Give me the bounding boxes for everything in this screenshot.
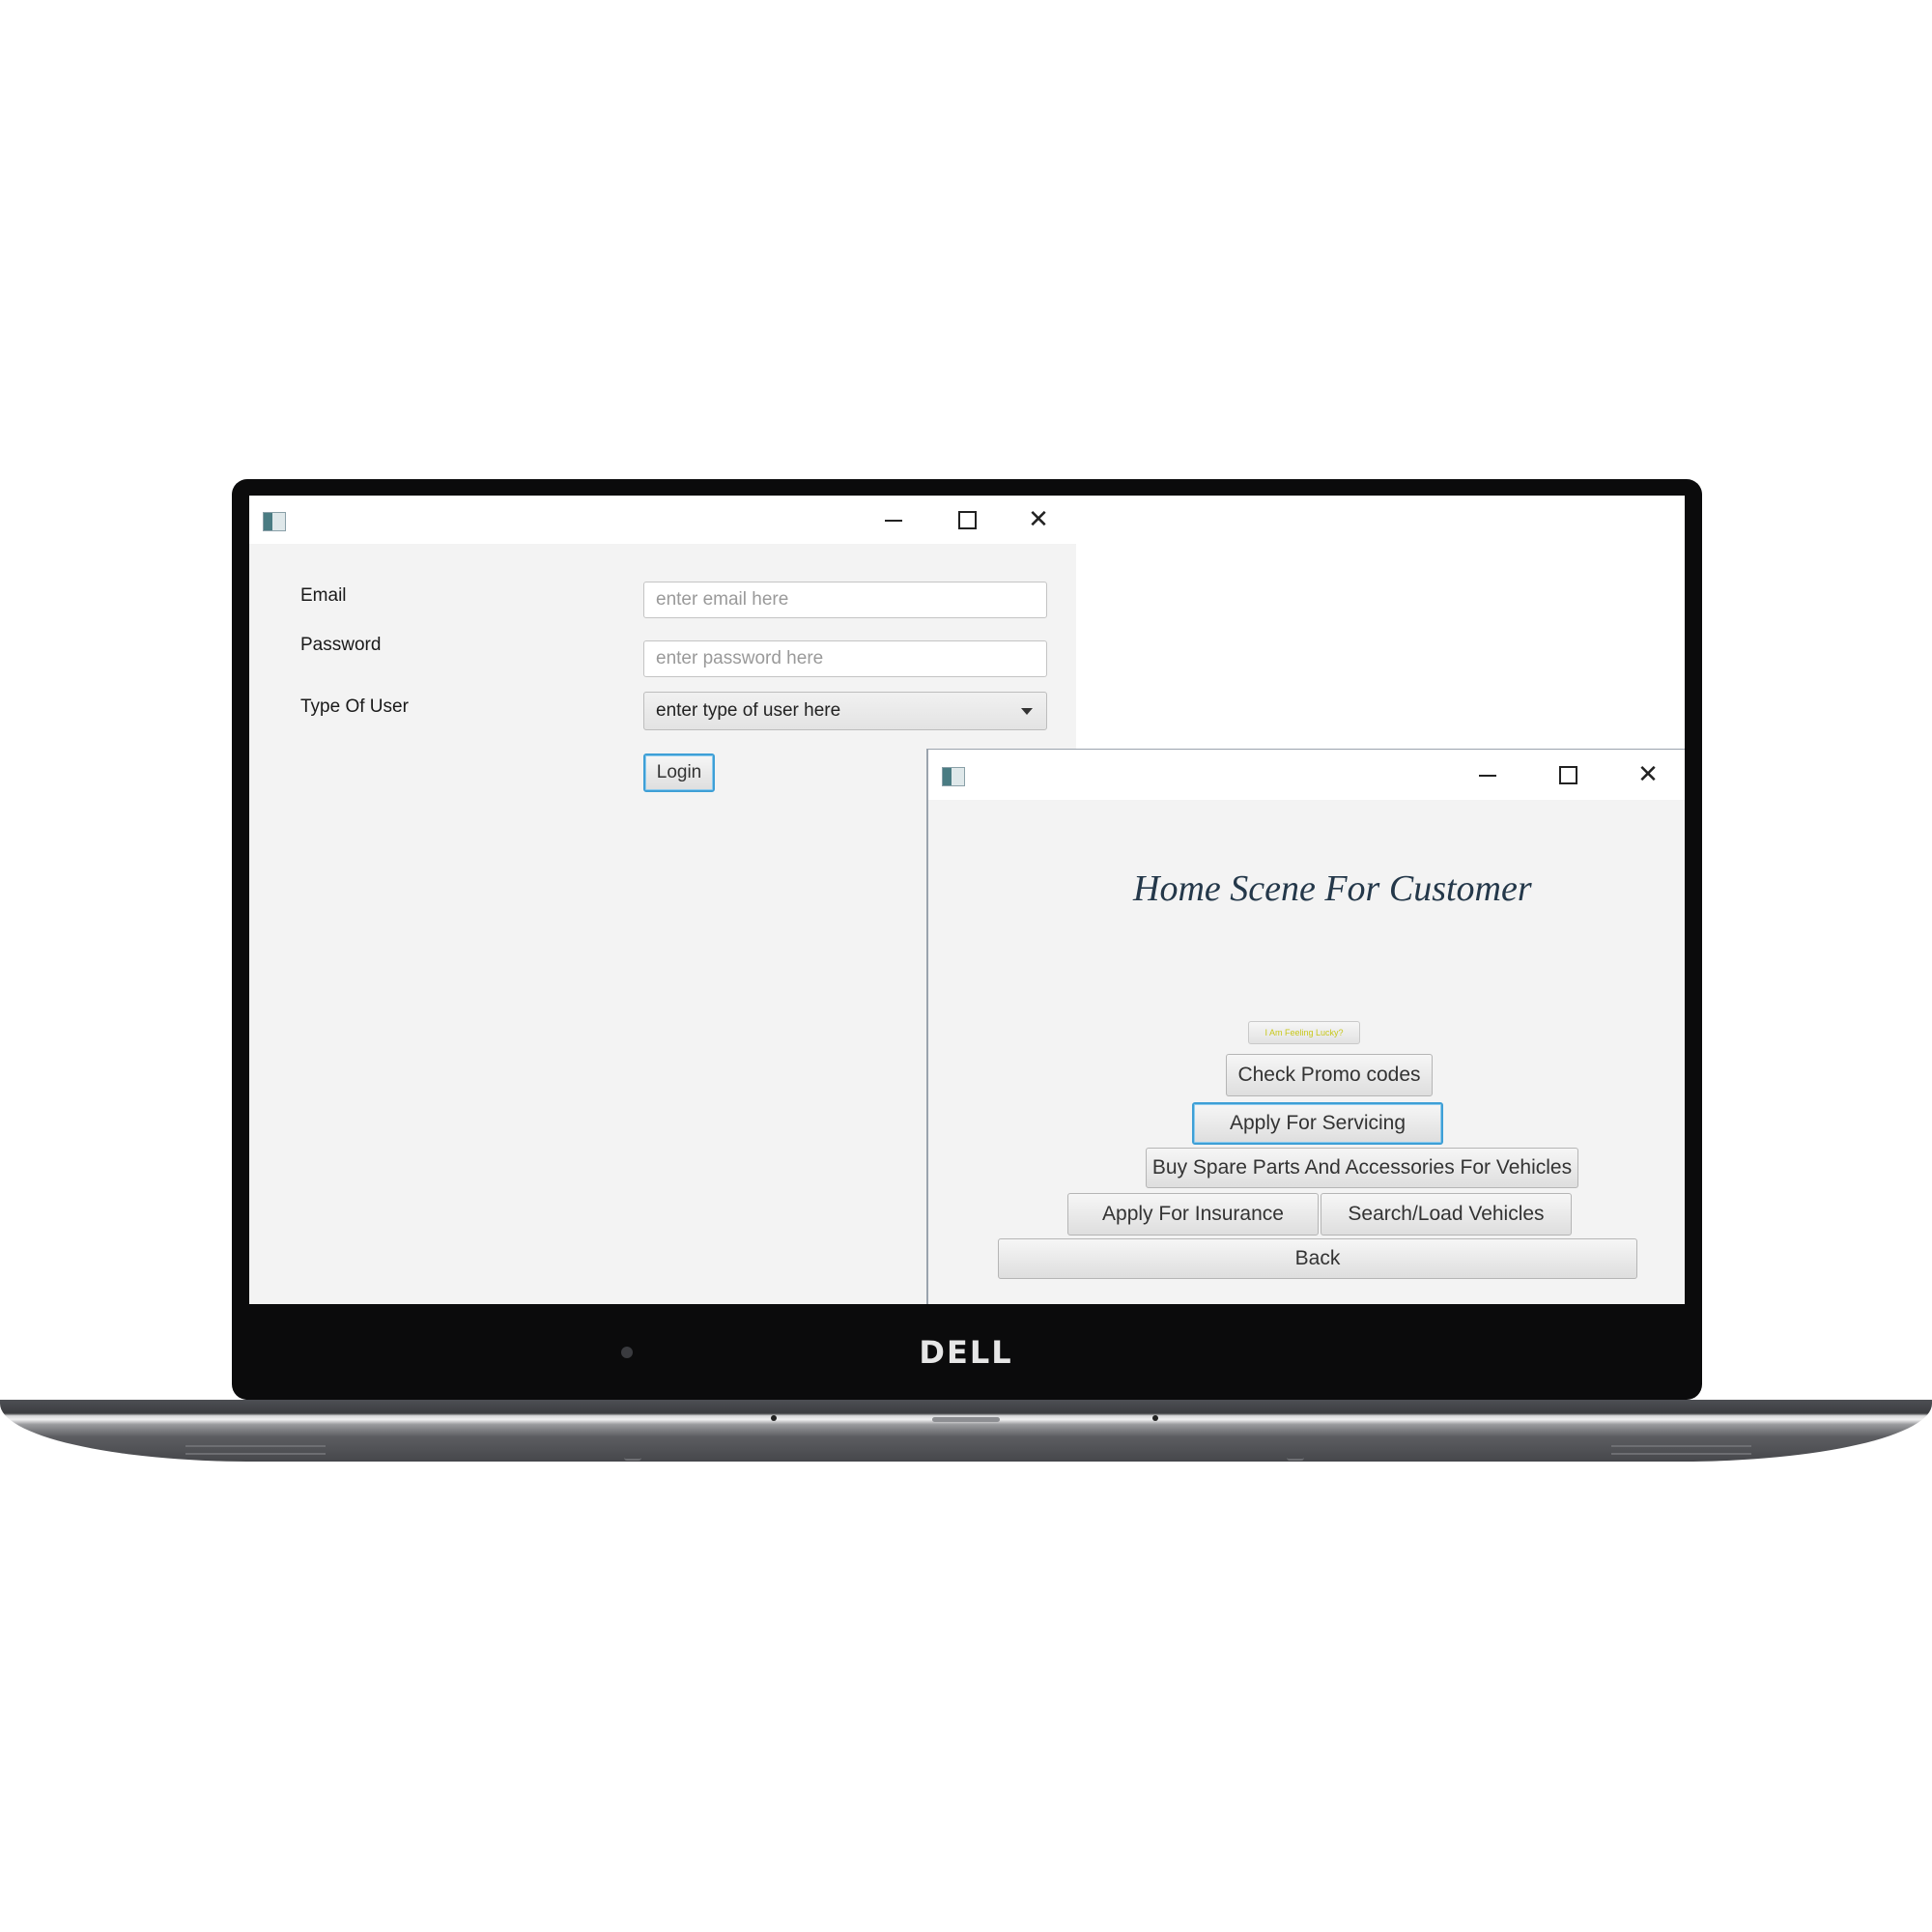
minimize-icon[interactable] xyxy=(875,500,914,539)
lid-dot xyxy=(771,1415,777,1421)
login-titlebar[interactable]: ✕ xyxy=(249,496,1076,544)
speaker-grille-right xyxy=(1611,1445,1751,1455)
search-vehicles-button[interactable]: Search/Load Vehicles xyxy=(1321,1193,1572,1236)
user-type-label: Type Of User xyxy=(300,696,409,717)
apply-servicing-button[interactable]: Apply For Servicing xyxy=(1192,1102,1443,1145)
screen: ✕ Email Password Type Of User enter type… xyxy=(249,496,1685,1304)
email-field[interactable] xyxy=(643,582,1047,618)
speaker-grille-left xyxy=(185,1445,326,1455)
lid-dot xyxy=(1152,1415,1158,1421)
customer-titlebar[interactable]: ✕ xyxy=(928,750,1685,800)
app-icon xyxy=(942,767,965,786)
chevron-down-icon xyxy=(1021,708,1033,715)
feeling-lucky-button[interactable]: I Am Feeling Lucky? xyxy=(1248,1021,1360,1044)
minimize-icon[interactable] xyxy=(1469,755,1508,794)
laptop-foot xyxy=(1287,1455,1304,1461)
laptop-foot xyxy=(624,1455,641,1461)
app-icon xyxy=(263,512,286,531)
check-promo-button[interactable]: Check Promo codes xyxy=(1226,1054,1433,1096)
close-icon[interactable]: ✕ xyxy=(1629,755,1667,794)
background-window xyxy=(1076,496,1685,747)
email-label: Email xyxy=(300,585,347,606)
user-type-value: enter type of user here xyxy=(656,700,841,721)
page-title: Home Scene For Customer xyxy=(1133,868,1532,909)
buy-spare-parts-button[interactable]: Buy Spare Parts And Accessories For Vehi… xyxy=(1146,1148,1578,1188)
user-type-dropdown[interactable]: enter type of user here xyxy=(643,692,1047,730)
brand-logo: DELL xyxy=(919,1334,1013,1371)
password-field[interactable] xyxy=(643,640,1047,677)
password-label: Password xyxy=(300,635,382,655)
login-button[interactable]: Login xyxy=(643,753,715,792)
hinge-notch xyxy=(932,1417,1000,1422)
apply-insurance-button[interactable]: Apply For Insurance xyxy=(1067,1193,1319,1236)
back-button[interactable]: Back xyxy=(998,1238,1637,1279)
customer-home-window: ✕ Home Scene For Customer I Am Feeling L… xyxy=(926,749,1685,1304)
maximize-icon[interactable] xyxy=(948,500,986,539)
close-icon[interactable]: ✕ xyxy=(1019,500,1058,539)
maximize-icon[interactable] xyxy=(1548,755,1587,794)
webcam-icon xyxy=(621,1347,633,1358)
